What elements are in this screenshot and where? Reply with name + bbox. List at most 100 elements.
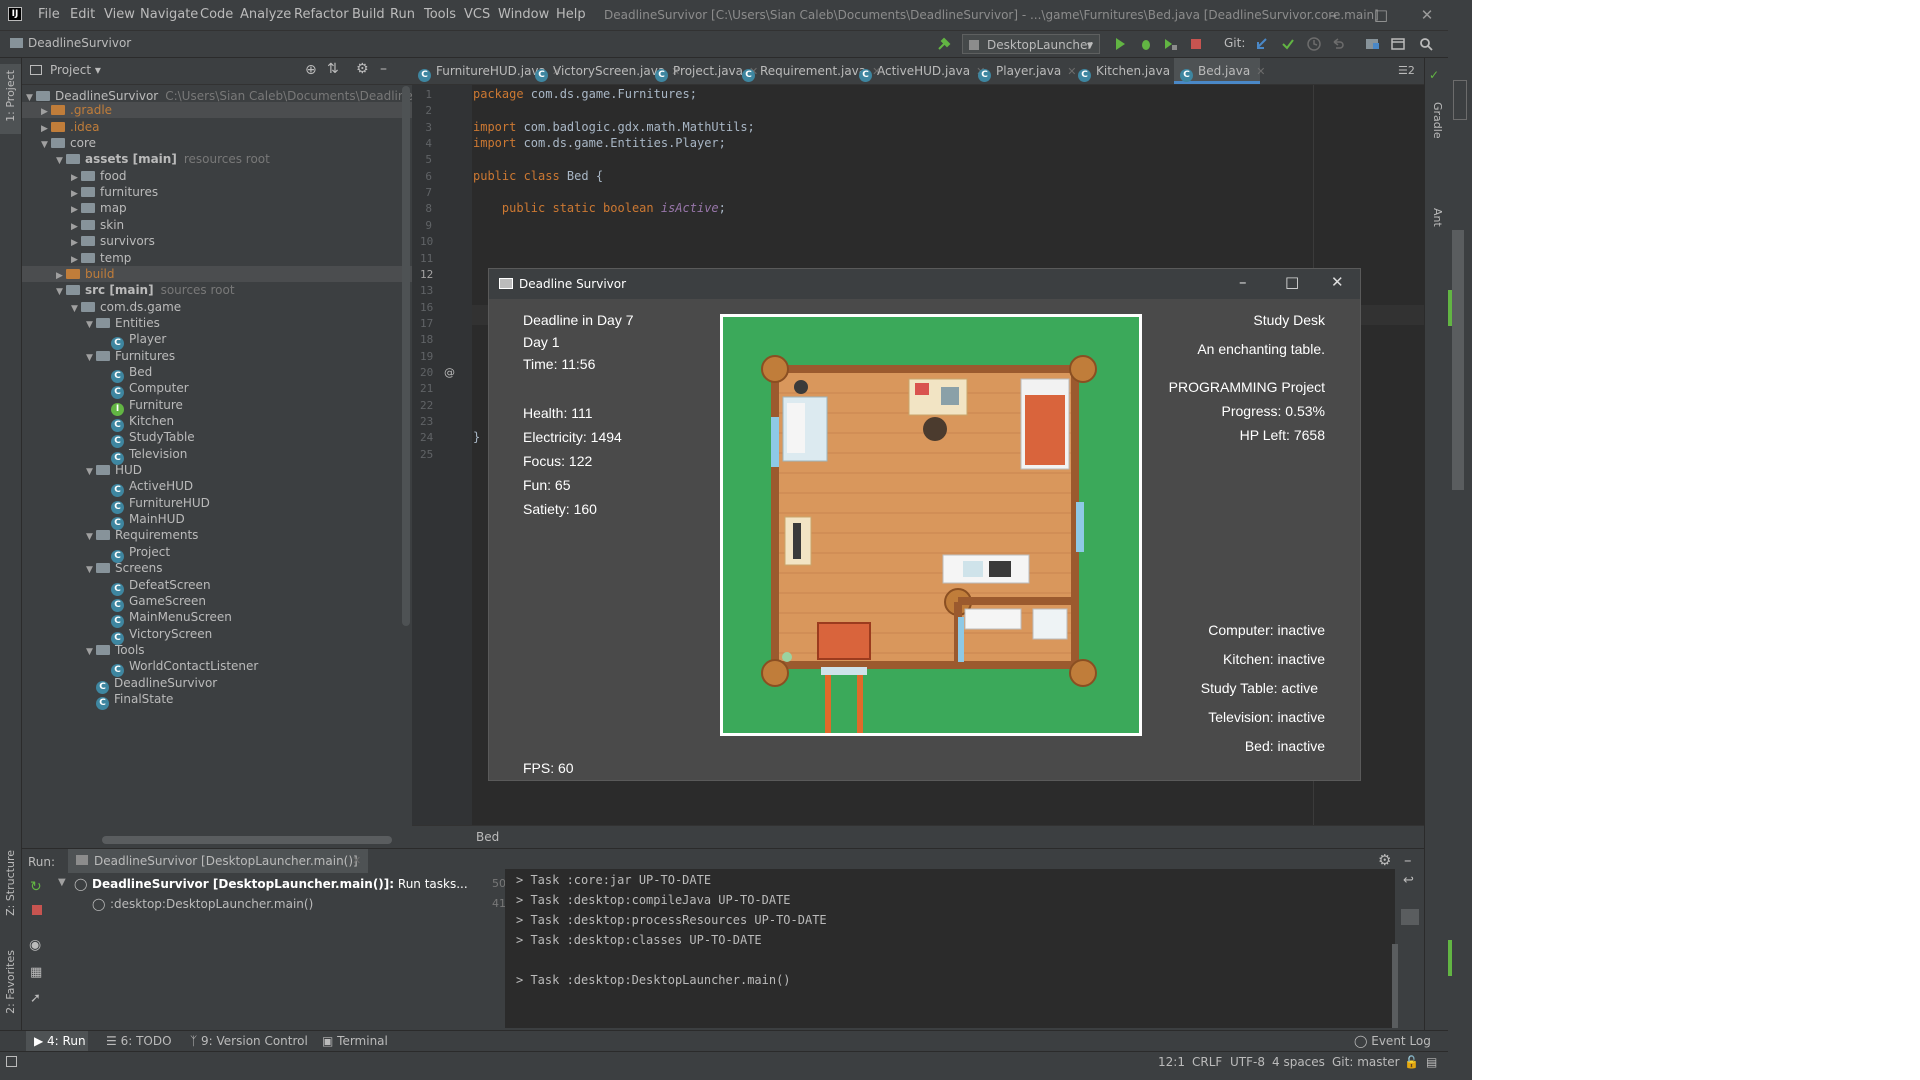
expand-arrow-icon[interactable]: ▼	[58, 877, 66, 888]
tree-item[interactable]: C VictoryScreen	[22, 626, 412, 645]
tree-item[interactable]: ▶ food	[22, 168, 412, 184]
tree-item[interactable]: C Television	[22, 446, 412, 465]
gear-icon[interactable]: ⚙	[356, 61, 369, 77]
git-branch[interactable]: Git: master	[1332, 1055, 1400, 1069]
menu-run[interactable]: Run	[390, 7, 415, 22]
tree-item[interactable]: C MainHUD	[22, 511, 412, 531]
tree-item[interactable]: C ActiveHUD	[22, 478, 412, 498]
tree-item[interactable]: ▶ skin	[22, 217, 412, 233]
tree-item[interactable]: ▼ Screens	[22, 560, 412, 576]
tree-item[interactable]: C FurnitureHUD	[22, 495, 412, 514]
close-button[interactable]: ✕	[1331, 273, 1344, 291]
collapse-all-icon[interactable]: ⇅	[327, 61, 339, 77]
tree-item[interactable]: C GameScreen	[22, 593, 412, 612]
tree-item[interactable]: I Furniture	[22, 397, 412, 416]
terminal-tool-tab[interactable]: ▣ Terminal	[322, 1034, 388, 1048]
project-view-select[interactable]: Project ▾	[50, 63, 101, 77]
override-marker-icon[interactable]: @	[444, 366, 455, 379]
stop-icon[interactable]	[32, 905, 42, 915]
tree-item[interactable]: C Bed	[22, 364, 412, 383]
hide-panel-icon[interactable]: –	[1404, 851, 1412, 869]
menu-edit[interactable]: Edit	[70, 7, 95, 22]
tab-kitchen[interactable]: CKitchen.java✕	[1072, 58, 1185, 84]
tab-project[interactable]: CProject.java✕	[649, 58, 758, 84]
menu-navigate[interactable]: Navigate	[140, 7, 198, 22]
run-tab[interactable]: DeadlineSurvivor [DesktopLauncher.main()…	[68, 849, 368, 873]
tree-item[interactable]: ▼ src [main] sources root	[22, 282, 412, 298]
memory-indicator-icon[interactable]: ▤	[1426, 1055, 1437, 1069]
tree-item[interactable]: C Computer	[22, 380, 412, 400]
scroll-to-end-icon[interactable]	[1401, 909, 1419, 925]
tree-item[interactable]: ▶ map	[22, 200, 412, 216]
gradle-tool-label[interactable]: Gradle	[1431, 102, 1444, 139]
tree-item[interactable]: ▶ temp	[22, 250, 412, 266]
tree-item[interactable]: C WorldContactListener	[22, 658, 412, 678]
tree-item[interactable]: ▶ survivors	[22, 233, 412, 249]
layout-window-icon[interactable]	[1390, 36, 1406, 52]
tree-item[interactable]: C FinalState	[22, 691, 412, 710]
tree-item[interactable]: ▶ .gradle	[22, 102, 412, 119]
menu-window[interactable]: Window	[498, 7, 549, 22]
menu-help[interactable]: Help	[556, 7, 586, 22]
tree-item[interactable]: C Player	[22, 331, 412, 351]
breadcrumb-item[interactable]: Bed	[476, 830, 499, 844]
vertical-scrollbar[interactable]	[1452, 230, 1464, 490]
caret-position[interactable]: 12:1	[1158, 1055, 1185, 1069]
tool-windows-toggle-icon[interactable]	[6, 1056, 17, 1067]
search-everywhere-icon[interactable]	[1418, 36, 1434, 52]
rerun-icon[interactable]: ↻	[30, 879, 42, 895]
tree-item[interactable]: C Project	[22, 544, 412, 563]
menu-view[interactable]: View	[104, 7, 135, 22]
menu-file[interactable]: File	[38, 7, 60, 22]
ant-tool-label[interactable]: Ant	[1431, 208, 1444, 227]
menu-refactor[interactable]: Refactor	[294, 7, 349, 22]
maximize-button[interactable]: □	[1285, 273, 1299, 291]
tree-item[interactable]: ▼ Requirements	[22, 527, 412, 543]
tree-item[interactable]: C Kitchen	[22, 413, 412, 432]
todo-tool-tab[interactable]: ☰ 6: TODO	[106, 1034, 172, 1048]
event-log-tool-tab[interactable]: ◯ Event Log	[1354, 1034, 1431, 1048]
tree-item[interactable]: ▼ Entities	[22, 315, 412, 331]
tree-vertical-scrollbar[interactable]	[402, 86, 410, 626]
game-map[interactable]	[720, 314, 1142, 736]
vcs-commit-check-icon[interactable]	[1280, 36, 1296, 52]
file-encoding[interactable]: UTF-8	[1230, 1055, 1265, 1069]
project-tool-label[interactable]: 1: Project	[4, 70, 17, 122]
maximize-button[interactable]: □	[1366, 4, 1396, 26]
vcs-update-icon[interactable]	[1254, 36, 1270, 52]
tree-item[interactable]: C DeadlineSurvivor	[22, 675, 412, 694]
build-hammer-icon[interactable]	[936, 36, 952, 52]
tree-item[interactable]: C DefeatScreen	[22, 577, 412, 596]
lock-icon[interactable]: 🔓	[1404, 1055, 1419, 1069]
tree-item[interactable]: ▼ core	[22, 135, 412, 151]
indent-setting[interactable]: 4 spaces	[1272, 1055, 1325, 1069]
tab-victoryscreen[interactable]: C VictoryScreen.java ✕	[529, 58, 680, 84]
tree-item[interactable]: C StudyTable	[22, 429, 412, 449]
tree-item[interactable]: ▶ .idea	[22, 119, 412, 135]
tab-requirement[interactable]: C Requirement.java ✕	[736, 58, 881, 84]
menu-code[interactable]: Code	[200, 7, 233, 22]
minimize-button[interactable]: –	[1239, 273, 1247, 291]
menu-vcs[interactable]: VCS	[464, 7, 490, 22]
task-main-row[interactable]: DeadlineSurvivor [DesktopLauncher.main()…	[92, 877, 468, 891]
tab-player[interactable]: C Player.java ✕	[972, 58, 1076, 84]
rollback-icon[interactable]	[1330, 36, 1346, 52]
tab-activehud[interactable]: CActiveHUD.java✕	[853, 58, 985, 84]
edge-tab[interactable]	[1453, 80, 1467, 120]
project-name-crumb[interactable]: DeadlineSurvivor	[28, 36, 131, 50]
tree-item[interactable]: ▼ assets [main] resources root	[22, 151, 412, 167]
tab-furniturehud[interactable]: C FurnitureHUD.java ✕	[412, 58, 561, 84]
layout-icon[interactable]: ▦	[30, 965, 42, 980]
tab-list-overflow-icon[interactable]: ☰2	[1398, 64, 1415, 77]
run-play-icon[interactable]	[1112, 36, 1128, 52]
history-clock-icon[interactable]	[1306, 36, 1322, 52]
minimize-button[interactable]: –	[1318, 4, 1348, 26]
run-configuration-select[interactable]: DesktopLauncher ▾	[962, 34, 1100, 54]
stop-icon[interactable]	[1188, 36, 1204, 52]
game-window[interactable]: Deadline Survivor – □ ✕ Deadline in Day …	[488, 268, 1361, 781]
console-scrollbar[interactable]	[1392, 944, 1398, 1028]
tree-item[interactable]: ▼ Furnitures	[22, 348, 412, 364]
tree-item[interactable]: ▼ com.ds.game	[22, 299, 412, 315]
run-with-coverage-icon[interactable]	[1162, 36, 1178, 52]
debug-bug-icon[interactable]	[1138, 36, 1154, 52]
